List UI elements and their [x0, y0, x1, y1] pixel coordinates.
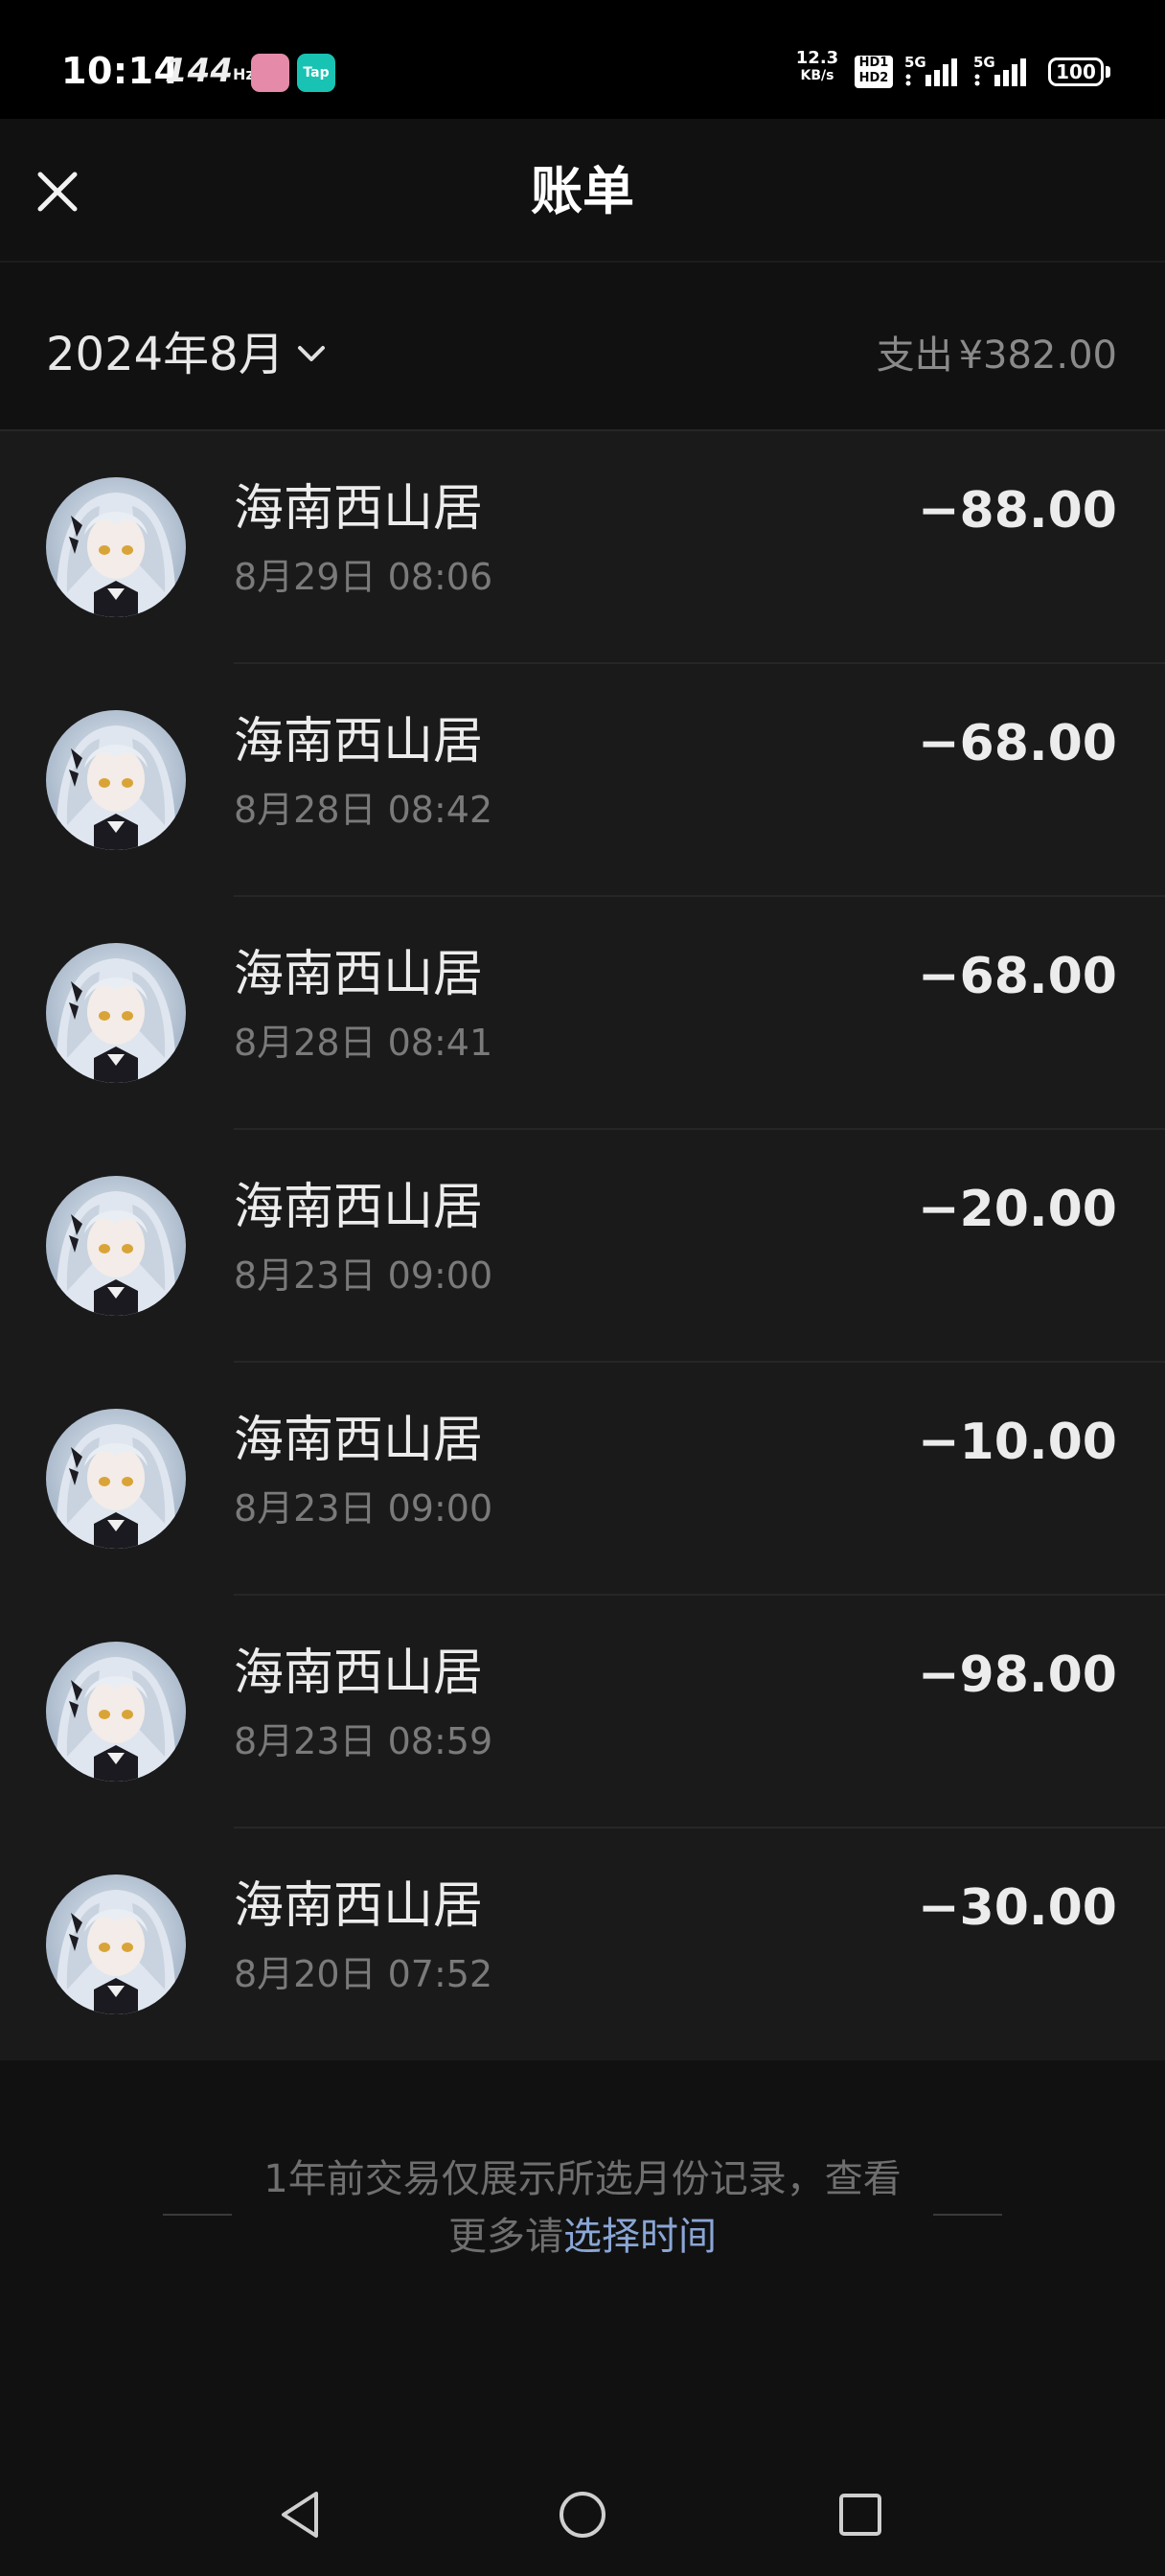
transaction-datetime: 8月23日 08:59	[234, 1720, 493, 1762]
transaction-row[interactable]: 海南西山居 8月23日 09:00 −10.00	[0, 1363, 1165, 1596]
merchant-avatar	[46, 1642, 186, 1782]
nav-home-button[interactable]	[548, 2480, 617, 2549]
hd-top: HD1	[858, 56, 889, 70]
battery-cap	[1106, 66, 1110, 78]
network-speed-unit: KB/s	[800, 68, 834, 83]
transaction-datetime: 8月23日 09:00	[234, 1487, 493, 1530]
merchant-name: 海南西山居	[234, 480, 484, 538]
transaction-amount: −20.00	[917, 1181, 1117, 1238]
spend-label: 支出	[876, 334, 953, 378]
signal-label-2: 5G	[973, 54, 995, 71]
note-text: 1年前交易仅展示所选月份记录，查看更多请选择时间	[259, 2150, 906, 2266]
transaction-datetime: 8月28日 08:41	[234, 1022, 493, 1064]
nav-recents-button[interactable]	[826, 2480, 895, 2549]
signal-icon-2: 5G	[973, 54, 1035, 92]
merchant-avatar	[46, 477, 186, 617]
transaction-row[interactable]: 海南西山居 8月29日 08:06 −88.00	[0, 431, 1165, 664]
transaction-datetime: 8月28日 08:42	[234, 789, 493, 831]
merchant-name: 海南西山居	[234, 1877, 484, 1935]
signal-icon: 5G	[904, 54, 966, 92]
network-speed-value: 12.3	[795, 48, 839, 68]
transaction-amount: −10.00	[917, 1414, 1117, 1471]
merchant-avatar	[46, 1874, 186, 2014]
spend-amount: ¥382.00	[958, 334, 1117, 378]
transaction-row[interactable]: 海南西山居 8月20日 07:52 −30.00	[0, 1828, 1165, 2061]
transaction-row[interactable]: 海南西山居 8月28日 08:42 −68.00	[0, 664, 1165, 897]
transaction-row[interactable]: 海南西山居 8月23日 09:00 −20.00	[0, 1130, 1165, 1363]
status-time: 10:14	[61, 50, 180, 92]
transaction-amount: −88.00	[917, 482, 1117, 540]
note-divider-left	[163, 2214, 232, 2216]
top-bar: 账单	[0, 119, 1165, 261]
battery-icon: 100	[1048, 58, 1104, 86]
merchant-avatar	[46, 710, 186, 850]
transaction-list: 海南西山居 8月29日 08:06 −88.00 海南西山居 8月28日 08:…	[0, 429, 1165, 2060]
chevron-down-icon	[297, 346, 325, 361]
merchant-avatar	[46, 943, 186, 1083]
transaction-row[interactable]: 海南西山居 8月28日 08:41 −68.00	[0, 897, 1165, 1130]
transaction-amount: −68.00	[917, 948, 1117, 1005]
app-notification-icon	[251, 54, 289, 92]
network-speed: 12.3 KB/s	[793, 50, 841, 84]
system-nav-bar	[0, 2453, 1165, 2576]
transaction-amount: −68.00	[917, 715, 1117, 772]
merchant-name: 海南西山居	[234, 1412, 484, 1469]
month-selector[interactable]: 2024年8月	[46, 316, 329, 383]
tap-app-icon: Tap	[297, 54, 335, 92]
month-label: 2024年8月	[46, 328, 285, 381]
hd-icon: HD1 HD2	[855, 56, 893, 88]
month-summary: 2024年8月 支出 ¥382.00	[0, 261, 1165, 431]
transaction-datetime: 8月20日 07:52	[234, 1953, 493, 1995]
signal-label-1: 5G	[904, 54, 926, 71]
page-title: 账单	[531, 161, 634, 221]
merchant-avatar	[46, 1176, 186, 1316]
note-divider-right	[933, 2214, 1002, 2216]
history-note: 1年前交易仅展示所选月份记录，查看更多请选择时间	[0, 2128, 1165, 2262]
back-triangle-icon	[282, 2492, 318, 2538]
merchant-avatar	[46, 1409, 186, 1549]
transaction-datetime: 8月29日 08:06	[234, 556, 493, 598]
merchant-name: 海南西山居	[234, 1644, 484, 1702]
merchant-name: 海南西山居	[234, 946, 484, 1003]
transaction-row[interactable]: 海南西山居 8月23日 08:59 −98.00	[0, 1596, 1165, 1828]
total-spend: 支出 ¥382.00	[877, 324, 1117, 380]
transaction-amount: −30.00	[917, 1879, 1117, 1937]
refresh-rate: 144Hz	[165, 52, 255, 90]
status-bar: 10:14 144Hz Tap 12.3 KB/s HD1 HD2 5G 5G …	[0, 0, 1165, 119]
nav-back-button[interactable]	[266, 2480, 335, 2549]
merchant-name: 海南西山居	[234, 1179, 484, 1236]
select-time-link[interactable]: 选择时间	[563, 2215, 717, 2259]
refresh-rate-value: 144	[165, 52, 233, 90]
transaction-amount: −98.00	[917, 1646, 1117, 1704]
home-circle-icon	[560, 2492, 605, 2538]
hd-bottom: HD2	[858, 71, 889, 85]
transaction-datetime: 8月23日 09:00	[234, 1254, 493, 1297]
merchant-name: 海南西山居	[234, 713, 484, 770]
recents-square-icon	[839, 2494, 881, 2536]
